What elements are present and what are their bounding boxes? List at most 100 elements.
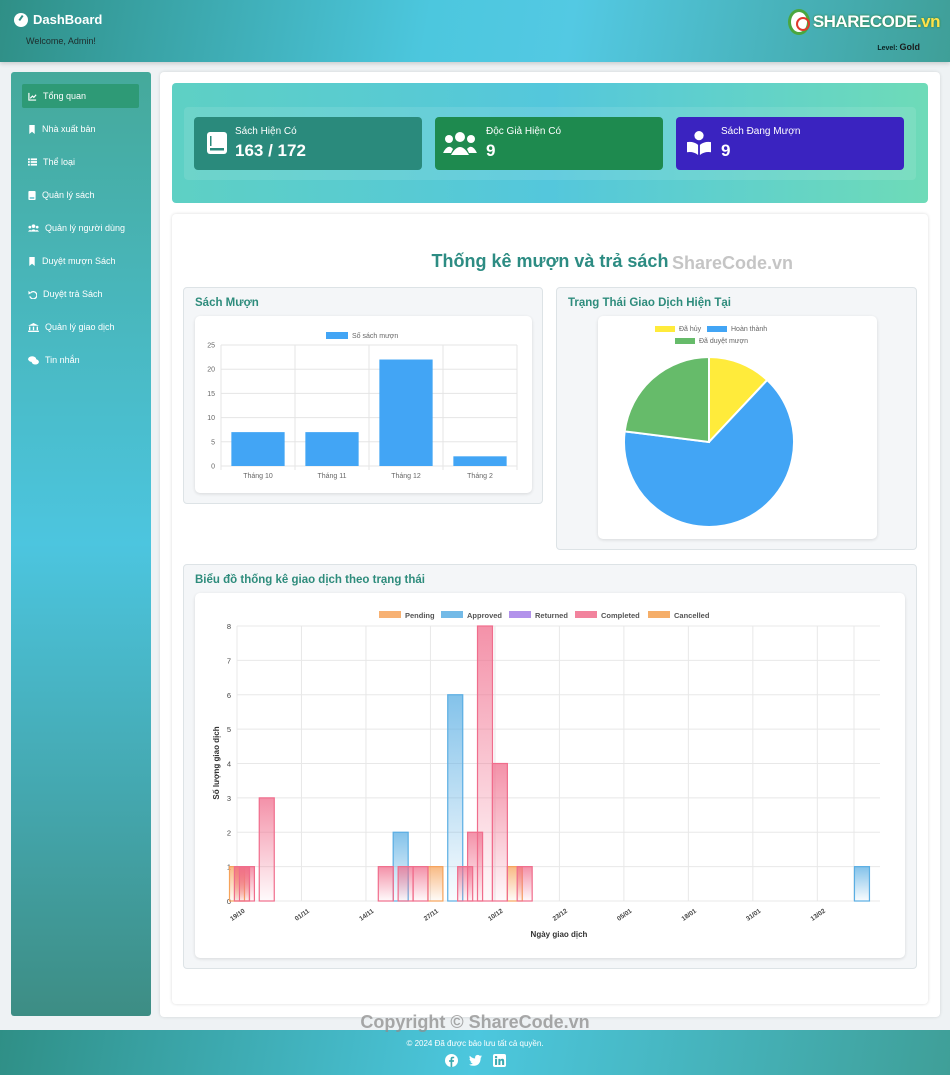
timeline-chart-box: Pending Approved Returned Completed Cancelle… bbox=[195, 593, 905, 958]
sidebar-item-label: Quản lý giao dịch bbox=[45, 322, 115, 332]
borrow-chart-box: Số sách mượn 0 5 10 15 20 25 Tháng 10 Tháng 11 Th… bbox=[195, 316, 532, 493]
stat-card-books[interactable]: Sách Hiện Có 163 / 172 bbox=[194, 117, 422, 170]
legend-swatch bbox=[575, 611, 597, 618]
logo-text-main: SHARECODE bbox=[812, 12, 918, 31]
bar bbox=[516, 866, 533, 902]
y-tick-label: 5 bbox=[211, 439, 215, 446]
sidebar: Tổng quan Nhà xuất bản Thể loại Quản lý … bbox=[11, 72, 151, 1016]
bar bbox=[453, 456, 507, 466]
book-icon bbox=[207, 132, 227, 154]
bookmark-icon bbox=[29, 124, 35, 134]
bar bbox=[377, 866, 394, 902]
sidebar-item-label: Quản lý sách bbox=[42, 190, 95, 200]
y-tick-label: 3 bbox=[227, 794, 231, 803]
stat-card-readers[interactable]: Độc Giả Hiện Có 9 bbox=[435, 117, 663, 170]
users-icon bbox=[28, 224, 39, 232]
legend-swatch bbox=[707, 326, 727, 332]
level-label: Level: bbox=[877, 45, 898, 52]
tachometer-icon bbox=[14, 12, 28, 27]
y-tick-label: 6 bbox=[227, 691, 231, 700]
bookmark-icon bbox=[29, 256, 35, 266]
sidebar-item-overview[interactable]: Tổng quan bbox=[22, 84, 139, 108]
bar bbox=[258, 797, 275, 902]
status-panel-title: Trạng Thái Giao Dịch Hiện Tại bbox=[568, 297, 731, 309]
legend-swatch bbox=[509, 611, 531, 618]
linkedin-icon[interactable] bbox=[493, 1054, 506, 1067]
user-level: Level: Gold bbox=[877, 42, 920, 52]
comments-icon bbox=[28, 355, 39, 365]
x-tick-label: 01/11 bbox=[294, 908, 311, 923]
bar bbox=[412, 866, 429, 902]
y-tick-label: 8 bbox=[227, 622, 231, 631]
stat-card-borrowing[interactable]: Sách Đang Mượn 9 bbox=[676, 117, 904, 170]
brand[interactable]: DashBoard bbox=[14, 12, 102, 27]
borrow-panel-title: Sách Mượn bbox=[195, 297, 259, 309]
sidebar-item-books[interactable]: Quản lý sách bbox=[22, 183, 139, 207]
x-tick-label: 14/11 bbox=[358, 908, 375, 923]
facebook-icon[interactable] bbox=[445, 1054, 458, 1067]
sharecode-logo: SHARECODE.vn bbox=[788, 8, 941, 36]
x-tick-label: 05/01 bbox=[616, 907, 634, 922]
book-icon bbox=[28, 190, 36, 200]
sidebar-item-label: Quản lý người dùng bbox=[45, 223, 125, 233]
legend-label: Hoàn thành bbox=[731, 326, 767, 333]
main-content: Sách Hiện Có 163 / 172 Độc Giả Hiện Có 9… bbox=[160, 72, 940, 1017]
legend-label: Approved bbox=[467, 611, 502, 620]
sidebar-item-messages[interactable]: Tin nhắn bbox=[22, 348, 139, 372]
legend-label: Đã duyệt mượn bbox=[699, 338, 748, 345]
legend-label: Pending bbox=[405, 611, 435, 620]
y-tick-label: 25 bbox=[207, 343, 215, 350]
x-tick-label: 31/01 bbox=[745, 907, 763, 922]
bank-icon bbox=[28, 322, 39, 332]
timeline-panel: Biểu đồ thống kê giao dịch theo trạng th… bbox=[183, 564, 917, 969]
y-tick-label: 15 bbox=[207, 391, 215, 398]
legend-swatch bbox=[326, 332, 348, 339]
bar bbox=[853, 866, 871, 902]
stat-label: Sách Hiện Có bbox=[235, 126, 297, 137]
status-pie-chart: Đã hủy Hoàn thành Đã duyệt mượn bbox=[623, 325, 795, 528]
logo-text-suffix: .vn bbox=[916, 12, 941, 31]
y-tick-label: 5 bbox=[227, 725, 231, 734]
legend-label: Số sách mượn bbox=[352, 331, 398, 340]
stat-value: 9 bbox=[486, 141, 496, 160]
sidebar-item-label: Tổng quan bbox=[43, 91, 87, 101]
sidebar-item-label: Duyệt mượn Sách bbox=[42, 256, 116, 266]
status-panel: Trạng Thái Giao Dịch Hiện Tại Đã hủy Hoàn… bbox=[556, 287, 917, 550]
legend-label: Completed bbox=[601, 611, 640, 620]
x-tick-label: Tháng 10 bbox=[243, 473, 273, 480]
x-tick-label: 19/10 bbox=[229, 907, 247, 922]
borrow-panel: Sách Mượn Số sách mượn 0 5 10 15 20 25 Tháng 10… bbox=[183, 287, 543, 504]
sidebar-item-approve-borrow[interactable]: Duyệt mượn Sách bbox=[22, 249, 139, 273]
bar bbox=[379, 359, 433, 466]
y-tick-label: 4 bbox=[227, 760, 231, 769]
stats-section: Sách Hiện Có 163 / 172 Độc Giả Hiện Có 9… bbox=[172, 83, 928, 203]
legend-swatch bbox=[655, 326, 675, 332]
sidebar-item-approve-return[interactable]: Duyệt trả Sách bbox=[22, 282, 139, 306]
sidebar-item-label: Thể loại bbox=[43, 157, 76, 167]
users-icon bbox=[443, 132, 477, 155]
sidebar-item-categories[interactable]: Thể loại bbox=[22, 150, 139, 174]
welcome-text: Welcome, Admin! bbox=[26, 36, 96, 46]
footer: Copyright © ShareCode.vn © 2024 Đã được … bbox=[0, 1012, 950, 1075]
stat-label: Sách Đang Mượn bbox=[721, 126, 801, 137]
sidebar-item-label: Nhà xuất bản bbox=[42, 124, 96, 134]
sidebar-item-users[interactable]: Quản lý người dùng bbox=[22, 216, 139, 240]
sidebar-item-publishers[interactable]: Nhà xuất bản bbox=[22, 117, 139, 141]
x-tick-label: Tháng 12 bbox=[391, 473, 421, 480]
legend-label: Cancelled bbox=[674, 611, 710, 620]
level-value: Gold bbox=[899, 42, 921, 52]
legend-swatch bbox=[675, 338, 695, 344]
top-navbar: DashBoard Welcome, Admin! SHARECODE.vn L… bbox=[0, 0, 950, 62]
sidebar-item-transactions[interactable]: Quản lý giao dịch bbox=[22, 315, 139, 339]
chart-line-icon bbox=[28, 92, 37, 101]
twitter-icon[interactable] bbox=[469, 1054, 482, 1067]
x-tick-label: 10/12 bbox=[487, 907, 505, 922]
x-tick-label: 18/01 bbox=[681, 907, 699, 922]
stat-value: 9 bbox=[721, 141, 731, 160]
bar bbox=[397, 866, 414, 902]
legend-swatch bbox=[379, 611, 401, 618]
y-tick-label: 2 bbox=[227, 828, 231, 837]
x-tick-label: Tháng 2 bbox=[467, 473, 493, 480]
list-icon bbox=[28, 158, 37, 166]
y-tick-label: 7 bbox=[227, 656, 231, 665]
